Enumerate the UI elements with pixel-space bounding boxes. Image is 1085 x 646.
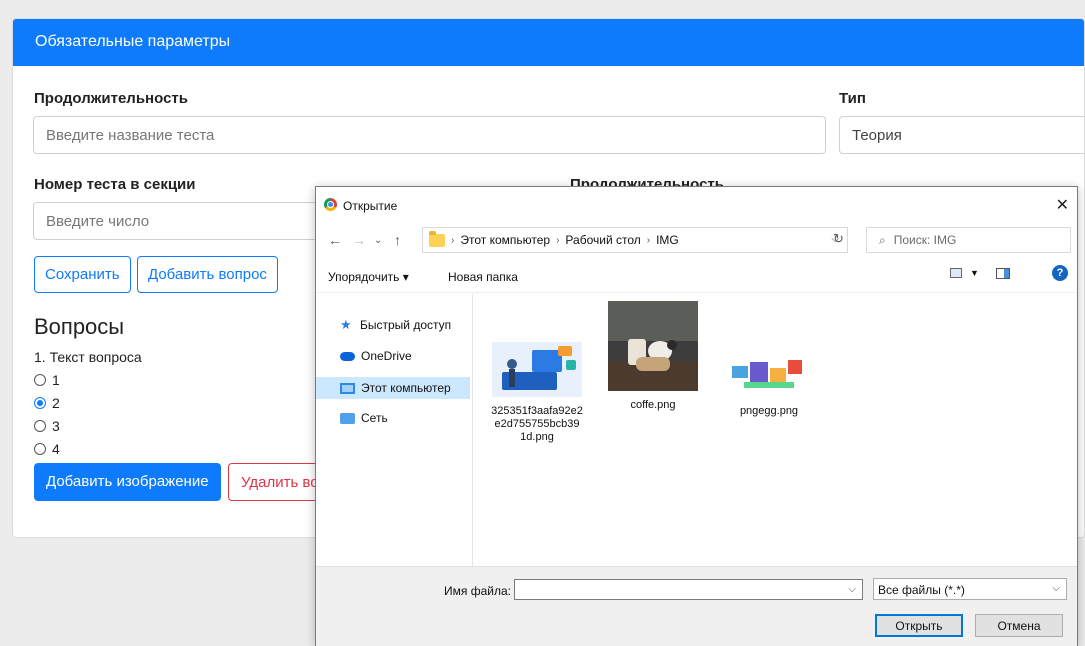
question-text: 1. Текст вопроса bbox=[34, 349, 142, 365]
back-arrow-icon[interactable]: ← bbox=[328, 232, 342, 248]
sidebar-item-onedrive[interactable]: OneDrive bbox=[316, 345, 470, 367]
sidebar-item-label: Сеть bbox=[361, 411, 388, 425]
sidebar-item-network[interactable]: Сеть bbox=[316, 407, 470, 429]
file-name-line: e2d755755bcb39 bbox=[494, 418, 580, 430]
view-options-icon[interactable] bbox=[950, 268, 962, 278]
type-label: Тип bbox=[839, 90, 866, 107]
sidebar-item-this-pc[interactable]: Этот компьютер bbox=[316, 377, 470, 399]
recent-dropdown-icon[interactable]: ⌄ bbox=[374, 235, 382, 246]
dialog-title: Открытие bbox=[343, 199, 398, 213]
cancel-button[interactable]: Отмена bbox=[975, 614, 1063, 637]
filename-input[interactable]: ⌵ bbox=[514, 579, 863, 600]
organize-button[interactable]: Упорядочить ▾ bbox=[328, 270, 409, 284]
close-icon[interactable]: ✕ bbox=[1056, 195, 1069, 215]
breadcrumb-separator-icon: › bbox=[451, 234, 455, 246]
up-arrow-icon[interactable]: ↑ bbox=[394, 232, 401, 248]
new-folder-button[interactable]: Новая папка bbox=[448, 270, 518, 284]
file-item[interactable]: coffe.png bbox=[604, 301, 702, 412]
option-label: 1 bbox=[52, 372, 60, 388]
chrome-icon bbox=[324, 198, 337, 211]
delete-question-button[interactable]: Удалить во bbox=[228, 463, 323, 501]
filetype-value: Все файлы (*.*) bbox=[878, 583, 965, 597]
duration-label: Продолжительность bbox=[34, 90, 188, 107]
breadcrumb-separator-icon: › bbox=[646, 234, 651, 246]
card-header: Обязательные параметры bbox=[13, 19, 1084, 66]
open-button[interactable]: Открыть bbox=[875, 614, 963, 637]
navigation-bar: ← → ⌄ ↑ › Этот компьютер › Рабочий стол … bbox=[316, 223, 1077, 257]
radio-button[interactable] bbox=[34, 374, 46, 386]
filename-label: Имя файла: bbox=[444, 584, 511, 598]
breadcrumb-item[interactable]: IMG bbox=[656, 233, 679, 247]
address-bar[interactable]: › Этот компьютер › Рабочий стол › IMG ⌵ bbox=[422, 227, 848, 253]
breadcrumb-item[interactable]: Рабочий стол bbox=[565, 233, 640, 247]
option-label: 3 bbox=[52, 418, 60, 434]
network-icon bbox=[340, 412, 355, 424]
star-icon: ★ bbox=[340, 317, 352, 332]
file-item[interactable]: 325351f3aafa92e2 e2d755755bcb39 1d.png bbox=[488, 342, 586, 444]
chevron-down-icon: ⌵ bbox=[1052, 583, 1060, 594]
breadcrumb-separator-icon: › bbox=[556, 234, 560, 246]
questions-title: Вопросы bbox=[34, 314, 125, 339]
image-thumbnail bbox=[492, 342, 582, 397]
image-thumbnail bbox=[724, 352, 814, 397]
section-number-label: Номер теста в секции bbox=[34, 176, 196, 193]
sidebar-item-label: Этот компьютер bbox=[361, 381, 451, 395]
search-box[interactable]: ⌕ Поиск: IMG bbox=[866, 227, 1071, 253]
radio-button[interactable] bbox=[34, 420, 46, 432]
type-select[interactable]: Теория bbox=[839, 116, 1084, 154]
add-question-button[interactable]: Добавить вопрос bbox=[137, 256, 278, 293]
option-label: 4 bbox=[52, 441, 60, 457]
forward-arrow-icon[interactable]: → bbox=[352, 232, 366, 248]
refresh-icon[interactable]: ↻ bbox=[833, 231, 844, 247]
breadcrumb-item[interactable]: Этот компьютер bbox=[460, 233, 550, 247]
file-name: pngegg.png bbox=[739, 405, 799, 417]
search-placeholder: Поиск: IMG bbox=[893, 233, 957, 247]
chevron-down-icon[interactable]: ▼ bbox=[970, 268, 979, 278]
sidebar-item-quick-access[interactable]: ★ Быстрый доступ bbox=[316, 314, 470, 336]
option-label: 2 bbox=[52, 395, 60, 411]
sidebar-item-label: OneDrive bbox=[361, 349, 412, 363]
answer-option[interactable]: 2 bbox=[34, 395, 60, 411]
preview-pane-icon[interactable] bbox=[996, 268, 1010, 279]
add-image-button[interactable]: Добавить изображение bbox=[34, 463, 221, 501]
chevron-down-icon[interactable]: ⌵ bbox=[848, 584, 856, 595]
dialog-toolbar: Упорядочить ▾ Новая папка ▼ ? bbox=[316, 259, 1077, 293]
file-name-line: 1d.png bbox=[520, 431, 554, 443]
filetype-select[interactable]: Все файлы (*.*) ⌵ bbox=[873, 578, 1067, 600]
answer-option[interactable]: 3 bbox=[34, 418, 60, 434]
cloud-icon bbox=[340, 351, 355, 361]
file-list: 325351f3aafa92e2 e2d755755bcb39 1d.png c… bbox=[474, 294, 1077, 566]
help-icon[interactable]: ? bbox=[1052, 265, 1068, 281]
section-number-input[interactable]: Введите число bbox=[33, 202, 333, 240]
open-file-dialog: Открытие ✕ ← → ⌄ ↑ › Этот компьютер › Ра… bbox=[315, 186, 1078, 646]
image-thumbnail bbox=[608, 301, 698, 391]
test-name-input[interactable]: Введите название теста bbox=[33, 116, 826, 154]
dialog-titlebar: Открытие ✕ bbox=[316, 187, 1077, 223]
navigation-pane: ★ Быстрый доступ OneDrive Этот компьютер… bbox=[316, 294, 473, 566]
save-button[interactable]: Сохранить bbox=[34, 256, 131, 293]
file-item[interactable]: pngegg.png bbox=[720, 352, 818, 418]
sidebar-item-label: Быстрый доступ bbox=[360, 318, 452, 332]
radio-button-selected[interactable] bbox=[34, 397, 46, 409]
computer-icon bbox=[340, 382, 355, 394]
folder-icon bbox=[429, 230, 445, 247]
radio-button[interactable] bbox=[34, 443, 46, 455]
dialog-footer: Имя файла: ⌵ Все файлы (*.*) ⌵ Открыть О… bbox=[316, 566, 1077, 646]
file-name-line: 325351f3aafa92e2 bbox=[491, 405, 583, 417]
file-name: coffe.png bbox=[630, 399, 676, 411]
answer-option[interactable]: 1 bbox=[34, 372, 60, 388]
answer-option[interactable]: 4 bbox=[34, 441, 60, 457]
search-icon: ⌕ bbox=[879, 232, 886, 247]
